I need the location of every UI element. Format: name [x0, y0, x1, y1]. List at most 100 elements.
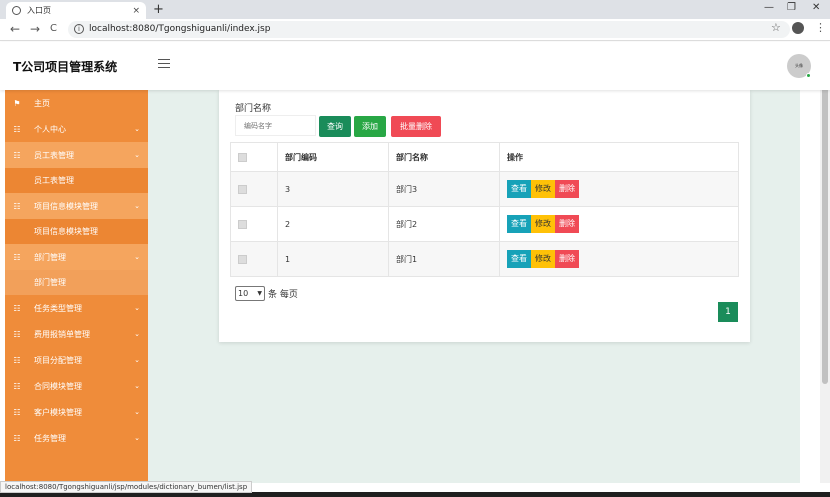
- table-row: 1 部门1 查看 修改 删除: [230, 241, 739, 277]
- flag-icon: ⚑: [13, 98, 21, 108]
- grid-icon: ☷: [13, 201, 21, 211]
- chevron-down-icon: ⌄: [134, 408, 140, 416]
- sidebar-item-personal-center[interactable]: ☷ 个人中心 ⌄: [5, 116, 148, 142]
- row-checkbox[interactable]: [238, 219, 247, 229]
- sidebar-item-label: 合同模块管理: [34, 381, 82, 391]
- sidebar-item-label: 任务类型管理: [34, 303, 82, 313]
- sidebar-item-department[interactable]: ☷ 部门管理 ⌄: [5, 244, 148, 270]
- sidebar-item-project-assign[interactable]: ☷ 项目分配管理 ⌄: [5, 347, 148, 373]
- url-text: localhost:8080/Tgongshiguanli/index.jsp: [89, 24, 271, 34]
- app-header: T公司项目管理系统 头像: [0, 42, 830, 90]
- department-name-input[interactable]: [235, 115, 316, 136]
- page-size-value: 10: [238, 289, 249, 298]
- sidebar-item-employee[interactable]: ☷ 员工表管理 ⌄: [5, 142, 148, 168]
- restore-icon[interactable]: ❐: [787, 2, 796, 13]
- sidebar-item-label: 任务管理: [34, 433, 66, 443]
- delete-button[interactable]: 删除: [555, 180, 579, 198]
- column-header-code: 部门编码: [277, 142, 389, 172]
- row-checkbox-cell: [230, 241, 278, 277]
- url-field[interactable]: i localhost:8080/Tgongshiguanli/index.js…: [68, 21, 790, 38]
- grid-icon: ☷: [13, 407, 21, 417]
- department-name: 部门2: [388, 206, 500, 242]
- select-all-cell: [230, 142, 278, 172]
- sidebar-item-project-info[interactable]: ☷ 项目信息模块管理 ⌄: [5, 193, 148, 219]
- department-code: 2: [277, 206, 389, 242]
- department-code: 1: [277, 241, 389, 277]
- page-size-control: 10 ▼ 条 每页: [235, 286, 298, 301]
- chevron-down-icon: ⌄: [134, 434, 140, 442]
- back-icon[interactable]: ←: [10, 22, 20, 36]
- hamburger-menu-icon[interactable]: [158, 59, 170, 68]
- view-button[interactable]: 查看: [507, 215, 531, 233]
- chevron-down-icon: ⌄: [134, 253, 140, 261]
- online-status-dot: [806, 73, 811, 78]
- close-window-icon[interactable]: ✕: [812, 2, 820, 13]
- bookmark-star-icon[interactable]: ☆: [771, 21, 781, 34]
- sidebar-item-customer[interactable]: ☷ 客户模块管理 ⌄: [5, 399, 148, 425]
- table-row: 3 部门3 查看 修改 删除: [230, 171, 739, 207]
- query-button[interactable]: 查询: [319, 116, 351, 137]
- department-name: 部门1: [388, 241, 500, 277]
- page-1-button[interactable]: 1: [718, 302, 738, 322]
- add-button[interactable]: 添加: [354, 116, 386, 137]
- row-actions: 查看 修改 删除: [499, 171, 739, 207]
- browser-menu-icon[interactable]: ⋮: [815, 21, 826, 34]
- delete-button[interactable]: 删除: [555, 250, 579, 268]
- tab-title: 入口页: [27, 6, 51, 15]
- sidebar-item-label: 项目分配管理: [34, 355, 82, 365]
- sidebar-item-contract[interactable]: ☷ 合同模块管理 ⌄: [5, 373, 148, 399]
- edit-button[interactable]: 修改: [531, 215, 555, 233]
- chevron-down-icon: ⌄: [134, 356, 140, 364]
- reload-icon[interactable]: C: [50, 23, 57, 34]
- edit-button[interactable]: 修改: [531, 250, 555, 268]
- row-checkbox[interactable]: [238, 184, 247, 194]
- delete-button[interactable]: 删除: [555, 215, 579, 233]
- minimize-icon[interactable]: —: [764, 2, 774, 13]
- row-actions: 查看 修改 删除: [499, 241, 739, 277]
- tab-close-icon[interactable]: ×: [132, 6, 140, 16]
- grid-icon: ☷: [13, 329, 21, 339]
- sidebar-item-task-type[interactable]: ☷ 任务类型管理 ⌄: [5, 295, 148, 321]
- grid-icon: ☷: [13, 150, 21, 160]
- department-code: 3: [277, 171, 389, 207]
- sidebar-subitem-employee[interactable]: 员工表管理: [5, 168, 148, 193]
- status-bar-url: localhost:8080/Tgongshiguanli/jsp/module…: [0, 481, 253, 493]
- batch-delete-button[interactable]: 批量删除: [391, 116, 441, 137]
- address-bar: ← → C i localhost:8080/Tgongshiguanli/in…: [0, 19, 830, 41]
- sidebar-item-label: 主页: [34, 98, 50, 108]
- forward-icon[interactable]: →: [30, 22, 40, 36]
- table-row: 2 部门2 查看 修改 删除: [230, 206, 739, 242]
- table-header-row: 部门编码 部门名称 操作: [230, 142, 739, 172]
- sidebar-item-home[interactable]: ⚑ 主页: [5, 90, 148, 116]
- globe-icon: [12, 6, 21, 15]
- sidebar-subitem-project-info[interactable]: 项目信息模块管理: [5, 219, 148, 244]
- chevron-down-icon: ▼: [257, 290, 262, 297]
- sidebar-item-label: 个人中心: [34, 124, 66, 134]
- scrollbar-thumb[interactable]: [822, 46, 828, 384]
- select-all-checkbox[interactable]: [238, 152, 247, 162]
- sidebar-subitem-department[interactable]: 部门管理: [5, 270, 148, 295]
- sidebar-item-label: 部门管理: [34, 252, 66, 262]
- grid-icon: ☷: [13, 355, 21, 365]
- sidebar-item-label: 项目信息模块管理: [34, 201, 98, 211]
- sidebar-item-label: 客户模块管理: [34, 407, 82, 417]
- edit-button[interactable]: 修改: [531, 180, 555, 198]
- sidebar-item-expense[interactable]: ☷ 费用报销单管理 ⌄: [5, 321, 148, 347]
- sidebar-item-task[interactable]: ☷ 任务管理 ⌄: [5, 425, 148, 451]
- app-title: T公司项目管理系统: [13, 60, 118, 74]
- department-list-card: 部门名称 查询 添加 批量删除 部门编码 部门名称 操作 3 部门3 查看修改删…: [219, 90, 750, 342]
- page-size-label: 条 每页: [268, 290, 298, 300]
- sidebar-item-label: 员工表管理: [34, 150, 74, 160]
- chevron-down-icon: ⌄: [134, 125, 140, 133]
- account-icon[interactable]: [792, 22, 804, 34]
- new-tab-button[interactable]: +: [153, 2, 164, 17]
- row-checkbox-cell: [230, 206, 278, 242]
- row-checkbox[interactable]: [238, 254, 247, 264]
- grid-icon: ☷: [13, 433, 21, 443]
- browser-tab[interactable]: 入口页 ×: [6, 2, 146, 19]
- page-size-select[interactable]: 10 ▼: [235, 286, 265, 301]
- sidebar-item-label: 费用报销单管理: [34, 329, 90, 339]
- view-button[interactable]: 查看: [507, 180, 531, 198]
- view-button[interactable]: 查看: [507, 250, 531, 268]
- info-icon[interactable]: i: [74, 24, 84, 34]
